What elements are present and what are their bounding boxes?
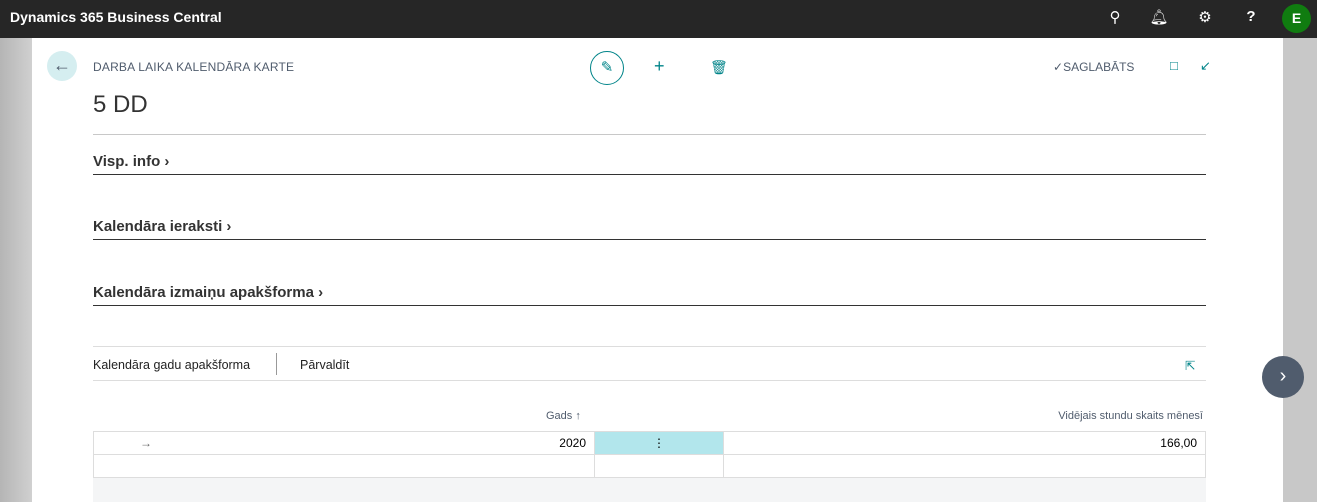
delete-button[interactable]: 🗑︎	[710, 59, 728, 76]
back-button[interactable]: ←	[47, 51, 77, 81]
help-icon[interactable]: ?	[1240, 8, 1262, 25]
saved-label: SAGLABĀTS	[1063, 60, 1135, 74]
check-icon: ✓	[1053, 60, 1064, 74]
app-title[interactable]: Dynamics 365 Business Central	[10, 9, 222, 25]
saved-status: ✓SAGLABĀTS	[1053, 60, 1134, 74]
section-calendar-entries[interactable]: Kalendāra ieraksti ›	[93, 218, 1206, 240]
year-cell[interactable]: → 2020	[93, 431, 595, 455]
background	[0, 38, 32, 502]
open-new-window-icon[interactable]: □	[1170, 58, 1178, 73]
section-general[interactable]: Visp. info ›	[93, 153, 1206, 175]
page-title: 5 DD	[93, 91, 148, 118]
next-record-button[interactable]: ›	[1262, 356, 1304, 398]
expand-icon[interactable]: ⇱	[1185, 358, 1195, 373]
new-button[interactable]: +	[654, 56, 665, 77]
table-footer	[93, 478, 1206, 502]
breadcrumb: DARBA LAIKA KALENDĀRA KARTE	[93, 60, 295, 74]
table-row-empty[interactable]	[93, 454, 1206, 478]
top-bar: Dynamics 365 Business Central ⚲ 🔔︎ ⚙ ? E	[0, 0, 1317, 38]
card-page: ← DARBA LAIKA KALENDĀRA KARTE 5 DD ✎ + 🗑…	[32, 38, 1283, 502]
table-row[interactable]: → 2020 ⋮ 166,00	[93, 431, 1206, 455]
column-header-avg-hours[interactable]: Vidējais stundu skaits mēnesī	[1058, 410, 1203, 422]
row-actions-menu[interactable]: ⋮	[594, 431, 724, 455]
divider	[93, 134, 1206, 135]
edit-button[interactable]: ✎	[590, 51, 624, 85]
gear-icon[interactable]: ⚙	[1194, 8, 1216, 26]
avg-hours-cell[interactable]: 166,00	[723, 431, 1206, 455]
avatar[interactable]: E	[1282, 4, 1311, 33]
collapse-icon[interactable]: ↙	[1200, 58, 1211, 74]
years-table: → 2020 ⋮ 166,00	[93, 431, 1206, 478]
subform-header: Kalendāra gadu apakšforma Pārvaldīt ⇱	[93, 346, 1206, 381]
search-icon[interactable]: ⚲	[1104, 8, 1126, 26]
bell-icon[interactable]: 🔔︎	[1148, 8, 1170, 26]
subform-title[interactable]: Kalendāra gadu apakšforma	[93, 358, 250, 372]
section-calendar-changes[interactable]: Kalendāra izmaiņu apakšforma ›	[93, 284, 1206, 306]
current-row-arrow-icon: →	[140, 436, 152, 450]
manage-button[interactable]: Pārvaldīt	[300, 358, 349, 372]
column-header-year[interactable]: Gads ↑	[546, 410, 581, 422]
